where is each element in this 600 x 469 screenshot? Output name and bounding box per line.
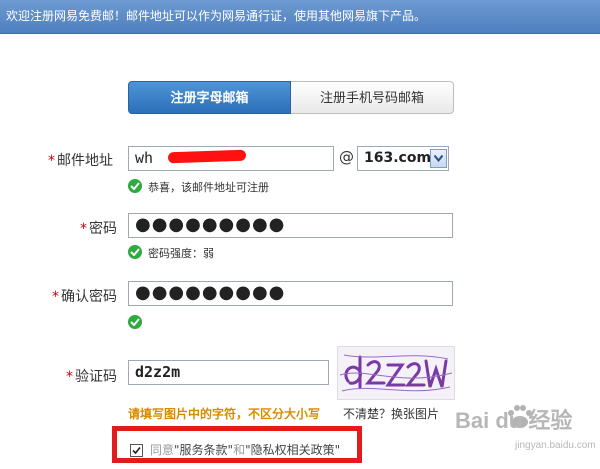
captcha-label: * 验证码 [66, 366, 117, 386]
captcha-label-text: 验证码 [75, 369, 117, 385]
header-text: 欢迎注册网易免费邮！邮件地址可以作为网易通行证，使用其他网易旗下产品。 [6, 9, 427, 23]
confirm-password-label-text: 确认密码 [61, 289, 117, 305]
password-strength: 密码强度：弱 [148, 247, 214, 260]
watermark-text: Bai du 经验 [455, 408, 572, 433]
captcha-image[interactable] [337, 346, 455, 400]
confirm-password-label: * 确认密码 [52, 286, 117, 306]
agree-and: 和 [233, 443, 246, 457]
header-bar: 欢迎注册网易免费邮！邮件地址可以作为网易通行证，使用其他网易旗下产品。 [0, 0, 600, 34]
domain-value: 163.com [364, 150, 432, 166]
domain-select[interactable]: 163.com [357, 146, 449, 171]
at-sign: @ [339, 148, 354, 166]
password-input[interactable]: ●●●●●●●●● [128, 213, 453, 238]
baidu-watermark: Bai du 经验 jingyan.baidu.com [455, 398, 596, 460]
agree-checkbox[interactable] [130, 444, 143, 457]
agree-prefix: 同意 [150, 443, 175, 457]
check-icon [128, 315, 142, 329]
confirm-password-input[interactable]: ●●●●●●●●● [128, 281, 453, 306]
captcha-value: d2z2m [135, 363, 181, 381]
email-label-text: 邮件地址 [57, 153, 113, 169]
tab-phone-mailbox[interactable]: 注册手机号码邮箱 [291, 81, 454, 114]
refresh-captcha-link[interactable]: 不清楚？换张图片 [343, 405, 439, 422]
password-label: * 密码 [80, 218, 117, 238]
required-mark: * [48, 153, 55, 169]
captcha-input[interactable]: d2z2m [128, 360, 329, 385]
required-mark: * [52, 289, 59, 305]
check-icon [128, 245, 142, 259]
email-value: wh [135, 149, 154, 167]
required-mark: * [66, 369, 73, 385]
watermark-url: jingyan.baidu.com [514, 440, 595, 451]
terms-link[interactable]: "服务条款" [174, 443, 233, 457]
captcha-hint: 请填写图片中的字符，不区分大小写 [128, 407, 321, 421]
password-label-text: 密码 [89, 221, 117, 237]
confirm-password-value: ●●●●●●●●● [135, 282, 286, 303]
chevron-down-icon[interactable] [430, 149, 447, 168]
privacy-link[interactable]: "隐私权相关政策" [245, 443, 340, 457]
email-label: * 邮件地址 [48, 150, 113, 170]
tab-letter-mailbox[interactable]: 注册字母邮箱 [128, 81, 291, 114]
email-status: 恭喜，该邮件地址可注册 [148, 181, 269, 194]
password-value: ●●●●●●●●● [135, 214, 286, 235]
check-icon [128, 179, 142, 193]
required-mark: * [80, 221, 87, 237]
agreement-text: 同意"服务条款"和"隐私权相关政策" [150, 441, 340, 458]
